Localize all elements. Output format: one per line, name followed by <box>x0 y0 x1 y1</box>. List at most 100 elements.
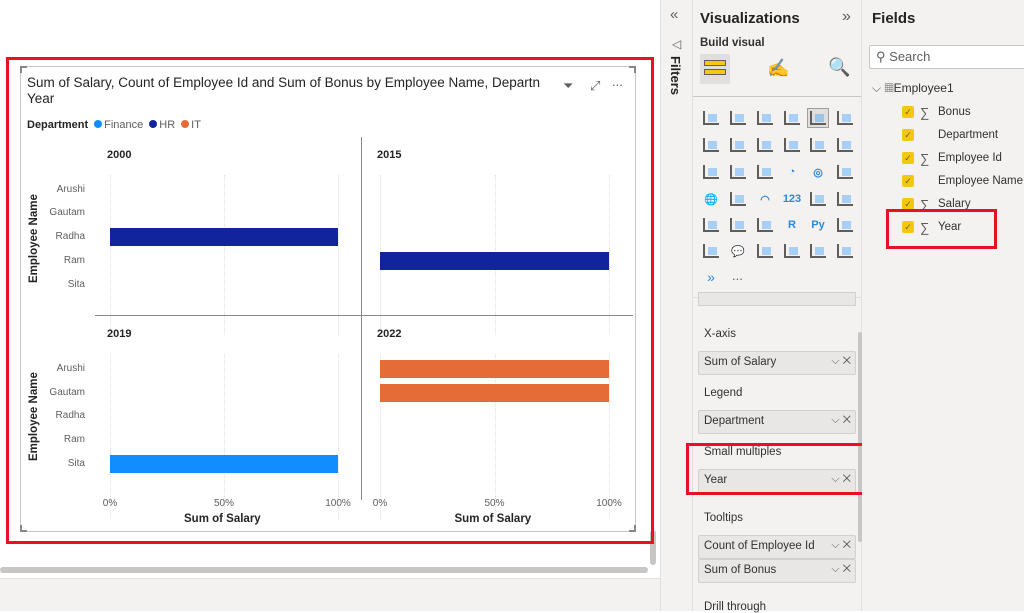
bar-ram-hr[interactable] <box>380 252 609 270</box>
bar-sita-finance[interactable] <box>110 455 338 473</box>
pill-chevron-remove-icons: ⌵ ✕ <box>831 539 851 551</box>
field-employee-id[interactable]: ✓ ∑ Employee Id <box>902 150 1002 166</box>
clustered-column-visual-icon[interactable] <box>782 109 802 127</box>
page-tabs-bar <box>0 578 692 611</box>
line-visual-icon[interactable] <box>701 136 721 154</box>
key-influencers-visual-icon[interactable] <box>835 216 855 234</box>
100-stacked-column-visual-icon[interactable] <box>835 109 855 127</box>
pill-chevron-remove-icons: ⌵ ✕ <box>831 414 851 426</box>
legend-item-hr[interactable]: HR <box>149 119 175 131</box>
gridline <box>609 175 610 335</box>
clustered-bar-visual-icon[interactable] <box>755 109 775 127</box>
y-tick-label: Gautam <box>49 207 85 218</box>
y-tick-label: Arushi <box>56 184 85 195</box>
funnel-visual-icon[interactable] <box>728 163 748 181</box>
100-stacked-bar-visual-icon[interactable] <box>807 108 829 128</box>
chart-legend: Department Finance HR IT <box>27 119 201 131</box>
power-apps-visual-icon[interactable] <box>808 242 828 260</box>
scatter-visual-icon[interactable] <box>755 163 775 181</box>
expand-pane-icon[interactable]: » <box>842 8 851 26</box>
build-visual-tab[interactable] <box>700 54 730 84</box>
gauge-visual-icon[interactable]: ◠ <box>755 190 775 208</box>
fields-title: Fields <box>872 10 916 27</box>
stacked-column-visual-icon[interactable] <box>728 109 748 127</box>
checkbox-checked-icon[interactable]: ✓ <box>902 106 914 118</box>
line-clustered-column-visual-icon[interactable] <box>782 136 802 154</box>
donut-visual-icon[interactable]: ◎ <box>808 163 828 181</box>
bar-arushi-it[interactable] <box>380 360 609 378</box>
paginated-report-visual-icon[interactable] <box>782 242 802 260</box>
bar-radha-hr[interactable] <box>110 228 338 246</box>
multi-row-card-visual-icon[interactable] <box>808 190 828 208</box>
checkbox-checked-icon[interactable]: ✓ <box>902 175 914 187</box>
card-visual-icon[interactable]: 123 <box>782 190 802 208</box>
x-axis-field-pill[interactable]: Sum of Salary ⌵ ✕ <box>698 351 856 375</box>
y-tick-label: Sita <box>67 458 85 469</box>
gridline <box>338 175 339 335</box>
field-employee-name[interactable]: ✓ Employee Name <box>902 173 1023 189</box>
gridline <box>494 354 496 519</box>
power-automate-visual-icon[interactable] <box>835 242 855 260</box>
bar-gautam-it[interactable] <box>380 384 609 402</box>
more-options-icon[interactable]: ... <box>612 74 623 89</box>
matrix-visual-icon[interactable] <box>755 216 775 234</box>
horizontal-scrollbar[interactable] <box>0 567 648 573</box>
ribbon-visual-icon[interactable] <box>835 136 855 154</box>
pie-visual-icon[interactable]: ◔ <box>782 163 802 181</box>
legend-item-finance[interactable]: Finance <box>94 119 143 131</box>
filters-pane-collapsed[interactable]: « ◁ Filters <box>660 0 692 611</box>
table-node-employee1[interactable]: ⌵ ▦Employee1 <box>872 81 954 96</box>
treemap-visual-icon[interactable] <box>835 163 855 181</box>
field-department[interactable]: ✓ Department <box>902 127 998 143</box>
decomposition-tree-visual-icon[interactable] <box>701 242 721 260</box>
y-tick-label: Radha <box>55 410 85 421</box>
more-visuals-icon[interactable]: ... <box>732 268 743 283</box>
divider <box>693 96 861 97</box>
tooltip-field-pill[interactable]: Sum of Bonus ⌵ ✕ <box>698 559 856 583</box>
line-stacked-column-visual-icon[interactable] <box>808 136 828 154</box>
qa-visual-icon[interactable]: 💬 <box>728 242 748 260</box>
x-tick-label: 0% <box>372 498 388 509</box>
filled-map-visual-icon[interactable] <box>728 190 748 208</box>
area-visual-icon[interactable] <box>728 136 748 154</box>
y-tick-label: Radha <box>55 231 85 242</box>
tooltip-field-pill[interactable]: Count of Employee Id ⌵ ✕ <box>698 535 856 559</box>
gridline <box>380 354 381 519</box>
analytics-icon[interactable]: 🔍 <box>828 57 850 78</box>
x-tick-label: 100% <box>596 498 622 509</box>
table-icon: ▦ <box>884 81 894 95</box>
filter-icon[interactable]: ⏷ <box>563 78 573 94</box>
checkbox-checked-icon[interactable]: ✓ <box>902 129 914 141</box>
panel-divider-horizontal <box>95 315 633 316</box>
filters-label[interactable]: Filters <box>668 56 683 95</box>
visualizations-title: Visualizations <box>700 10 800 27</box>
narrative-visual-icon[interactable] <box>755 242 775 260</box>
title-line-1: Sum of Salary, Count of Employee Id and … <box>27 75 541 90</box>
field-well-partial <box>698 292 856 306</box>
stacked-area-visual-icon[interactable] <box>755 136 775 154</box>
legend-field-pill[interactable]: Department ⌵ ✕ <box>698 410 856 434</box>
format-visual-icon[interactable]: ✍ <box>767 58 789 79</box>
map-visual-icon[interactable]: 🌐 <box>701 190 721 208</box>
python-visual-visual-icon[interactable]: Py <box>808 216 828 234</box>
fields-search-input[interactable]: ⚲ Search <box>869 45 1024 69</box>
table-visual-icon[interactable] <box>728 216 748 234</box>
waterfall-visual-icon[interactable] <box>701 163 721 181</box>
panel-title: 2015 <box>377 149 402 161</box>
focus-mode-icon[interactable]: ⤢ <box>590 78 600 94</box>
y-tick-label: Sita <box>67 279 85 290</box>
slicer-visual-icon[interactable] <box>701 216 721 234</box>
collapse-pane-icon[interactable]: « <box>670 6 678 23</box>
field-bonus[interactable]: ✓ ∑ Bonus <box>902 104 971 120</box>
smart-narrative-visual-icon[interactable]: » <box>701 268 721 286</box>
legend-item-it[interactable]: IT <box>181 119 201 131</box>
gridline <box>338 354 339 519</box>
checkbox-checked-icon[interactable]: ✓ <box>902 152 914 164</box>
drill-through-well-label: Drill through <box>704 601 766 613</box>
stacked-bar-visual-icon[interactable] <box>701 109 721 127</box>
r-visual-visual-icon[interactable]: R <box>782 216 802 234</box>
tooltips-well-label: Tooltips <box>704 512 743 524</box>
kpi-visual-icon[interactable] <box>835 190 855 208</box>
title-line-2: Year <box>27 91 55 106</box>
x-tick-label: 0% <box>102 498 118 509</box>
